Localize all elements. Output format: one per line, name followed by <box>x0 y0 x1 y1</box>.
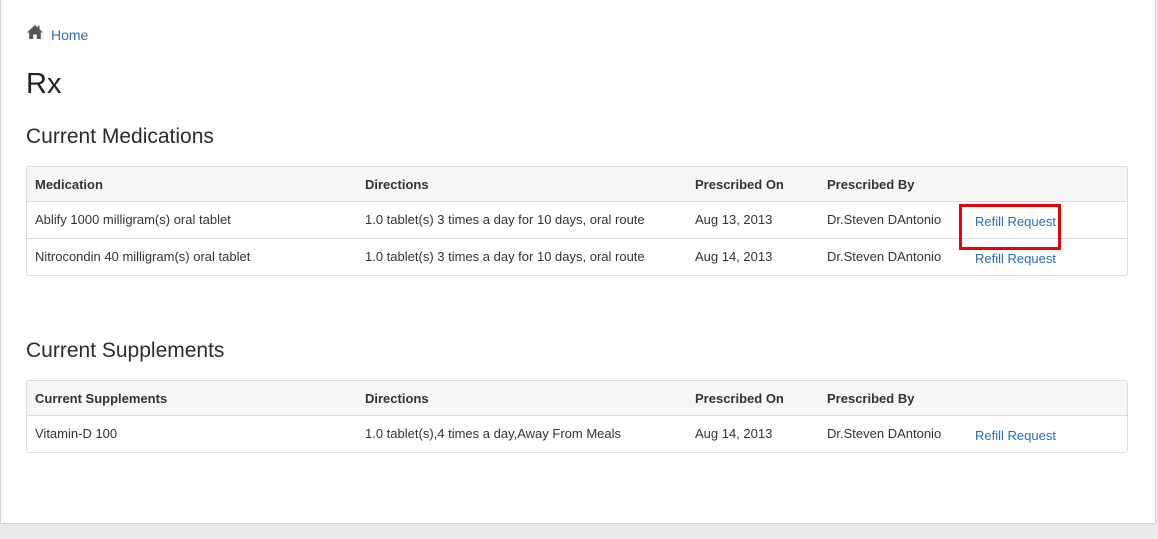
medication-name: Ablify 1000 milligram(s) oral tablet <box>35 212 231 227</box>
column-header-prescribed-on: Prescribed On <box>687 381 819 416</box>
medication-directions: 1.0 tablet(s) 3 times a day for 10 days,… <box>357 238 687 275</box>
supplement-prescribed-by: Dr.Steven DAntonio <box>827 426 942 441</box>
page-title: Rx <box>26 68 62 100</box>
breadcrumb: Home <box>26 24 88 43</box>
column-header-action <box>961 381 1127 416</box>
column-header-action <box>961 167 1127 202</box>
medications-table: Medication Directions Prescribed On Pres… <box>27 167 1127 275</box>
medication-prescribed-on: Aug 13, 2013 <box>695 212 773 227</box>
medication-prescribed-on: Aug 14, 2013 <box>687 238 819 275</box>
medication-action-cell: Refill Request <box>961 238 1127 275</box>
column-header-medication: Medication <box>27 167 357 202</box>
bottom-bar <box>0 524 1158 539</box>
medication-directions: 1.0 tablet(s) 3 times a day for 10 days,… <box>365 212 645 227</box>
medication-action-cell: Refill Request <box>961 202 1127 239</box>
supplements-table-panel: Current Supplements Directions Prescribe… <box>26 380 1128 453</box>
refill-request-link[interactable]: Refill Request <box>969 427 1056 445</box>
home-icon[interactable] <box>26 24 44 40</box>
supplement-name: Vitamin-D 100 <box>35 426 118 441</box>
supplement-directions: 1.0 tablet(s),4 times a day,Away From Me… <box>365 426 622 441</box>
table-row: Ablify 1000 milligram(s) oral tablet 1.0… <box>27 202 1127 239</box>
medication-prescribed-by: Dr.Steven DAntonio <box>819 238 961 275</box>
breadcrumb-home-link[interactable]: Home <box>51 27 88 43</box>
supplement-action-cell: Refill Request <box>961 416 1127 453</box>
column-header-directions: Directions <box>357 381 687 416</box>
supplement-prescribed-on: Aug 14, 2013 <box>695 426 773 441</box>
column-header-prescribed-on: Prescribed On <box>687 167 819 202</box>
table-row: Vitamin-D 100 1.0 tablet(s),4 times a da… <box>27 416 1127 453</box>
medications-table-header: Medication Directions Prescribed On Pres… <box>27 167 1127 202</box>
table-row: Nitrocondin 40 milligram(s) oral tablet … <box>27 238 1127 275</box>
column-header-current-supplements: Current Supplements <box>27 381 357 416</box>
refill-request-link[interactable]: Refill Request <box>969 250 1056 268</box>
medications-table-panel: Medication Directions Prescribed On Pres… <box>26 166 1128 276</box>
column-header-directions: Directions <box>357 167 687 202</box>
medication-name: Nitrocondin 40 milligram(s) oral tablet <box>27 238 357 275</box>
refill-request-link[interactable]: Refill Request <box>969 213 1056 231</box>
page-container: Home Rx Current Medications Medication D… <box>0 0 1156 524</box>
supplements-table-header: Current Supplements Directions Prescribe… <box>27 381 1127 416</box>
column-header-prescribed-by: Prescribed By <box>819 381 961 416</box>
medications-section-title: Current Medications <box>26 125 214 148</box>
supplements-table: Current Supplements Directions Prescribe… <box>27 381 1127 452</box>
column-header-prescribed-by: Prescribed By <box>819 167 961 202</box>
supplements-section-title: Current Supplements <box>26 339 225 362</box>
medication-prescribed-by: Dr.Steven DAntonio <box>827 212 942 227</box>
